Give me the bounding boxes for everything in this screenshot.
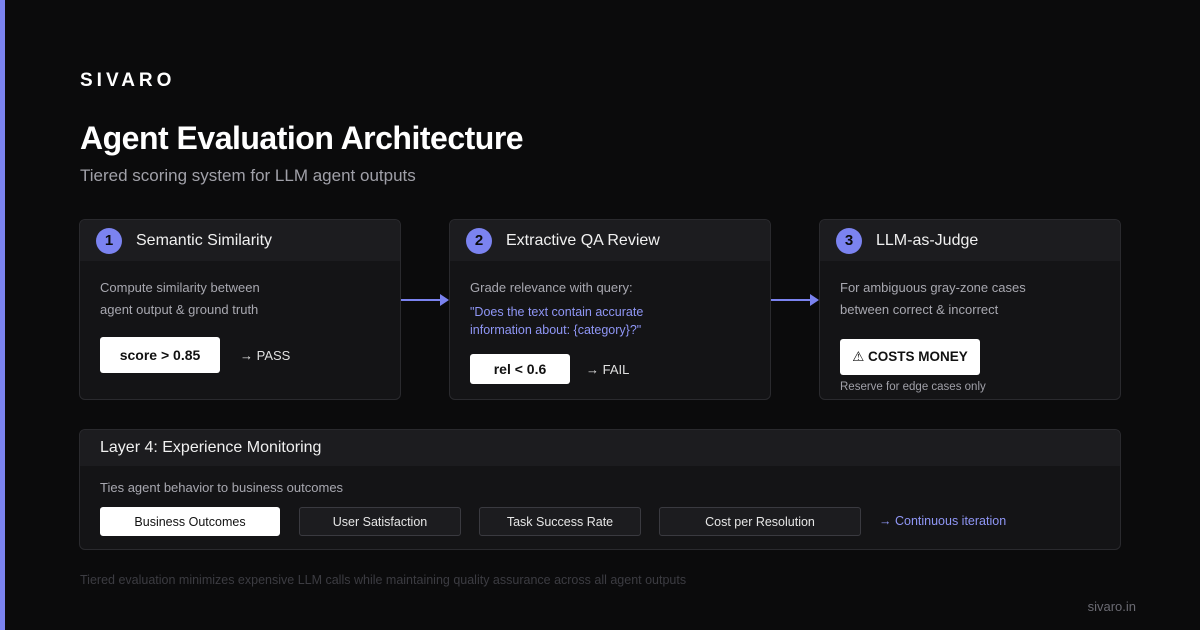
tier-3-number-badge: 3 <box>836 227 862 254</box>
layer-4-panel: Layer 4: Experience Monitoring Ties agen… <box>79 429 1121 550</box>
tier-2-query-quote: "Does the text contain accurate informat… <box>470 303 750 339</box>
tier-2-quote-line: information about: {category}?" <box>470 323 642 337</box>
tier-1-number-badge: 1 <box>96 227 122 254</box>
connector-arrow-1-2 <box>401 294 449 306</box>
tier-3-cost-warning-badge: ⚠ COSTS MONEY <box>840 339 980 375</box>
tier-1-description: Compute similarity between agent output … <box>100 277 380 321</box>
layer-4-description: Ties agent behavior to business outcomes <box>100 480 344 495</box>
site-url: sivaro.in <box>1087 599 1136 614</box>
metric-user-satisfaction: User Satisfaction <box>299 507 461 536</box>
tier-1-desc-line: agent output & ground truth <box>100 302 259 317</box>
tier-1-desc-line: Compute similarity between <box>100 280 260 295</box>
connector-arrow-2-3 <box>771 294 819 306</box>
tier-1-header: 1 Semantic Similarity <box>80 220 400 261</box>
tier-3-title: LLM-as-Judge <box>876 231 979 249</box>
continuous-iteration-label: → Continuous iteration <box>879 514 1007 528</box>
metric-cost-per-resolution: Cost per Resolution <box>659 507 861 536</box>
footer-caption: Tiered evaluation minimizes expensive LL… <box>80 573 687 587</box>
left-accent-bar <box>0 0 5 630</box>
tier-3-header: 3 LLM-as-Judge <box>820 220 1120 261</box>
tier-2-quote-line: "Does the text contain accurate <box>470 305 644 319</box>
tier-2-threshold: rel < 0.6 <box>470 354 570 384</box>
tier-2-title: Extractive QA Review <box>506 231 660 249</box>
metric-business-outcomes: Business Outcomes <box>100 507 280 536</box>
tier-1-card: 1 Semantic Similarity Compute similarity… <box>79 219 401 400</box>
tier-1-title: Semantic Similarity <box>136 231 273 249</box>
tier-2-header: 2 Extractive QA Review <box>450 220 770 261</box>
tier-1-outcome: → PASS <box>240 347 291 363</box>
tier-3-card: 3 LLM-as-Judge For ambiguous gray-zone c… <box>819 219 1121 400</box>
tier-3-desc-line: For ambiguous gray-zone cases <box>840 280 1026 295</box>
tier-2-number-badge: 2 <box>466 227 492 254</box>
tier-2-description: Grade relevance with query: <box>470 280 633 295</box>
tier-2-card: 2 Extractive QA Review Grade relevance w… <box>449 219 771 400</box>
brand-logo: SIVARO <box>80 70 176 91</box>
tier-3-note: Reserve for edge cases only <box>840 381 986 393</box>
tier-1-threshold: score > 0.85 <box>100 337 220 373</box>
layer-4-title: Layer 4: Experience Monitoring <box>80 430 1120 466</box>
tier-3-desc-line: between correct & incorrect <box>840 302 999 317</box>
page-subtitle: Tiered scoring system for LLM agent outp… <box>80 166 416 185</box>
tier-3-description: For ambiguous gray-zone cases between co… <box>840 277 1100 321</box>
page-title: Agent Evaluation Architecture <box>80 120 524 156</box>
tier-2-outcome: → FAIL <box>586 361 630 377</box>
metric-task-success-rate: Task Success Rate <box>479 507 641 536</box>
